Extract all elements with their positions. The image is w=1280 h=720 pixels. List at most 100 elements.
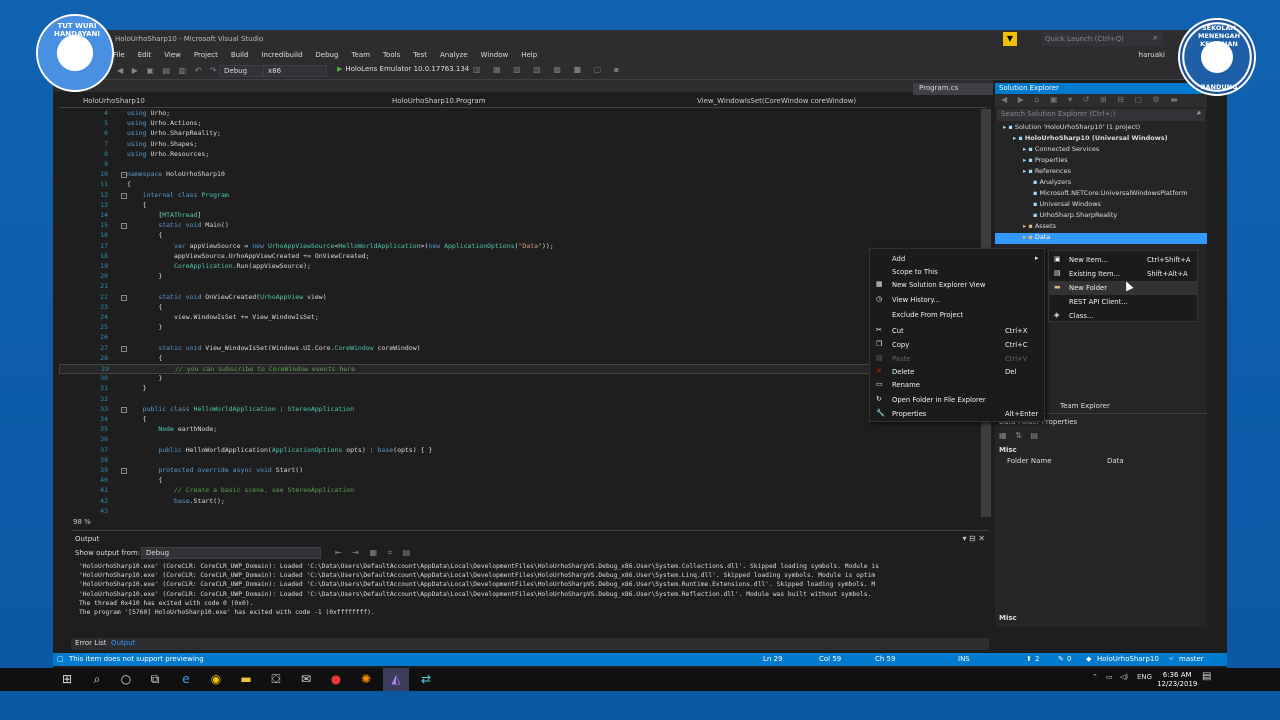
publish-icon[interactable]: ⬆ xyxy=(1026,655,1032,663)
context-menu-item[interactable]: Add xyxy=(870,252,1044,266)
menu-item[interactable]: Window xyxy=(481,51,509,59)
context-menu-item[interactable]: ↻ Open Folder in File Explorer xyxy=(870,393,1044,407)
status-branch[interactable]: master xyxy=(1179,655,1204,663)
tree-item[interactable]: ▪ UrhoSharp.SharpReality xyxy=(995,211,1207,222)
context-menu-item[interactable]: ▭ Rename xyxy=(870,378,1044,392)
toolbar-icons[interactable]: ◀ ▶ ▣ ▤ ▥ ↶ ↷ xyxy=(117,66,220,75)
volume-icon[interactable]: ◁) xyxy=(1120,673,1128,681)
pencil-icon[interactable]: ✎ xyxy=(1058,655,1064,663)
context-menu-item[interactable]: 🔧 Properties Alt+Enter xyxy=(870,407,1044,421)
branch-icon[interactable]: ⑂ xyxy=(1169,655,1173,663)
code-line[interactable]: 18 appViewSource.UrhoAppViewCreated += O… xyxy=(59,252,987,262)
run-button[interactable]: ▶ HoloLens Emulator 10.0.17763.134 xyxy=(337,65,469,73)
menu-item[interactable]: Debug xyxy=(315,51,338,59)
code-line[interactable]: 22− static void OnViewCreated(UrhoAppVie… xyxy=(59,293,987,303)
menu-item[interactable]: Incredibuild xyxy=(261,51,302,59)
tree-item[interactable]: ▸ ▪ Data xyxy=(995,233,1207,244)
search-icon[interactable]: ⌕ xyxy=(1153,33,1157,43)
chrome-icon[interactable]: ◉ xyxy=(203,668,229,691)
output-source-select[interactable]: Debug xyxy=(141,547,321,559)
toolbar-more-icons[interactable]: ▥ ▦ ▧ ▨ ▩ ■ ▢ ▪ xyxy=(473,65,624,74)
code-line[interactable]: 29 // you can subscribe to CoreWindow ev… xyxy=(59,364,987,374)
visual-studio-icon[interactable]: ◭ xyxy=(383,668,409,691)
menu-item[interactable]: View xyxy=(164,51,181,59)
code-line[interactable]: 28 { xyxy=(59,354,987,364)
code-line[interactable]: 40 { xyxy=(59,476,987,486)
quick-launch-input[interactable]: Quick Launch (Ctrl+Q) xyxy=(1041,32,1163,46)
code-line[interactable]: 21 xyxy=(59,282,987,292)
code-line[interactable]: 34 { xyxy=(59,415,987,425)
task-view-icon[interactable]: ⧉ xyxy=(142,668,168,691)
context-menu-item[interactable]: ✂ Cut Ctrl+X xyxy=(870,324,1044,338)
file-explorer-icon[interactable]: ▬ xyxy=(233,668,259,691)
cortana-icon[interactable]: ○ xyxy=(113,668,139,691)
context-menu-item[interactable]: ▦ New Solution Explorer View xyxy=(870,278,1044,292)
nav-class[interactable]: HoloUrhoSharp10.Program xyxy=(392,97,486,105)
store-icon[interactable]: ⛋ xyxy=(263,668,289,691)
code-line[interactable]: 6 using Urho.SharpReality; xyxy=(59,129,987,139)
code-line[interactable]: 26 xyxy=(59,333,987,343)
code-line[interactable]: 13 { xyxy=(59,201,987,211)
notification-icon[interactable]: ▤ xyxy=(1202,671,1211,682)
context-menu-item[interactable]: ▤ Paste Ctrl+V xyxy=(870,352,1044,366)
config-select[interactable]: Debug xyxy=(219,65,265,77)
submenu-item[interactable]: ▤ Existing Item... Shift+Alt+A xyxy=(1049,267,1197,281)
code-line[interactable]: 7 using Urho.Shapes; xyxy=(59,140,987,150)
output-toolbar-icons[interactable]: ⇤ ⇥ ▦ ⌗ ▤ xyxy=(335,548,414,558)
menu-item[interactable]: Tools xyxy=(383,51,400,59)
user-name[interactable]: haruaki xyxy=(1139,51,1165,59)
code-line[interactable]: 39− protected override async void Start(… xyxy=(59,466,987,476)
code-line[interactable]: 32 xyxy=(59,395,987,405)
menu-item[interactable]: Project xyxy=(194,51,218,59)
code-line[interactable]: 16 { xyxy=(59,231,987,241)
menu-item[interactable]: Analyze xyxy=(440,51,468,59)
blender-icon[interactable]: ✺ xyxy=(353,668,379,691)
tree-item[interactable]: ▪ Microsoft.NETCore.UniversalWindowsPlat… xyxy=(995,189,1207,200)
code-line[interactable]: 4 using Urho; xyxy=(59,109,987,119)
code-line[interactable]: 10− namespace HoloUrhoSharp10 xyxy=(59,170,987,180)
nav-member[interactable]: View_WindowIsSet(CoreWindow coreWindow) xyxy=(697,97,856,105)
code-line[interactable]: 15− static void Main() xyxy=(59,221,987,231)
code-line[interactable]: 8 using Urho.Resources; xyxy=(59,150,987,160)
menu-item[interactable]: File xyxy=(113,51,125,59)
properties-toolbar[interactable]: ▦ ⇅ ▤ xyxy=(999,431,1041,440)
code-line[interactable]: 11 { xyxy=(59,180,987,190)
tab-error-list[interactable]: Error List xyxy=(75,639,107,647)
submenu-item[interactable]: ▣ New Item... Ctrl+Shift+A xyxy=(1049,253,1197,267)
status-repo[interactable]: HoloUrhoSharp10 xyxy=(1097,655,1159,663)
close-icon[interactable]: ▾ ⊟ ✕ xyxy=(962,534,985,543)
code-line[interactable]: 43 xyxy=(59,507,987,517)
clock[interactable]: 6:36 AM 12/23/2019 xyxy=(1157,671,1197,689)
code-line[interactable]: 12− internal class Program xyxy=(59,191,987,201)
context-menu-item[interactable]: Scope to This xyxy=(870,265,1044,279)
context-menu-item[interactable]: Exclude From Project xyxy=(870,308,1044,322)
code-line[interactable]: 17 var appViewSource = new UrhoAppViewSo… xyxy=(59,242,987,252)
code-line[interactable]: 5 using Urho.Actions; xyxy=(59,119,987,129)
tree-item[interactable]: ▸ ▪ Properties xyxy=(995,156,1207,167)
tree-item[interactable]: ▸ ▪ Solution 'HoloUrhoSharp10' (1 projec… xyxy=(995,123,1207,134)
search-icon[interactable]: ⌕ xyxy=(1197,109,1201,118)
code-line[interactable]: 9 xyxy=(59,160,987,170)
search-icon[interactable]: ⌕ xyxy=(84,668,110,691)
menu-item[interactable]: Build xyxy=(231,51,249,59)
code-line[interactable]: 36 xyxy=(59,435,987,445)
record-icon[interactable]: ● xyxy=(323,668,349,691)
code-line[interactable]: 20 } xyxy=(59,272,987,282)
tab-program-cs[interactable]: Program.cs xyxy=(913,83,993,95)
property-row[interactable]: Folder Name Data xyxy=(1007,457,1201,465)
tree-item[interactable]: ▸ ▪ HoloUrhoSharp10 (Universal Windows) xyxy=(995,134,1207,145)
code-line[interactable]: 27− static void View_WindowIsSet(Windows… xyxy=(59,344,987,354)
code-editor[interactable]: 4 using Urho; 5 using Urho.Actions; 6 using U… xyxy=(59,109,987,517)
zoom-level[interactable]: 98 % xyxy=(73,518,91,526)
solution-search-input[interactable]: Search Solution Explorer (Ctrl+;) ⌕ xyxy=(997,109,1205,121)
mail-icon[interactable]: ✉ xyxy=(293,668,319,691)
status-changes[interactable]: 0 xyxy=(1067,655,1071,663)
tree-item[interactable]: ▪ Universal Windows xyxy=(995,200,1207,211)
edge-icon[interactable]: e xyxy=(173,668,199,691)
code-line[interactable]: 19 CoreApplication.Run(appViewSource); xyxy=(59,262,987,272)
status-unpushed[interactable]: 2 xyxy=(1035,655,1039,663)
tab-output[interactable]: Output xyxy=(111,639,135,647)
tree-item[interactable]: ▸ ▪ References xyxy=(995,167,1207,178)
context-menu-item[interactable]: ◷ View History... xyxy=(870,293,1044,307)
language-indicator[interactable]: ENG xyxy=(1137,673,1152,681)
